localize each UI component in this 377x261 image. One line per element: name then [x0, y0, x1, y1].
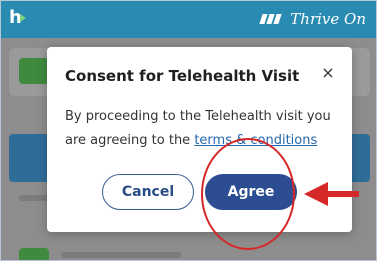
background-green-icon — [19, 248, 49, 260]
terms-and-conditions-link[interactable]: terms & conditions — [194, 133, 317, 148]
brand-bars-icon — [259, 14, 282, 24]
agree-button[interactable]: Agree — [205, 174, 297, 210]
background-green-icon — [19, 58, 49, 84]
cancel-button[interactable]: Cancel — [102, 174, 194, 210]
dialog-title: Consent for Telehealth Visit — [65, 67, 300, 85]
dialog-message: By proceeding to the Telehealth visit yo… — [65, 105, 340, 153]
background-text-line — [61, 252, 181, 258]
app-frame: h Thrive On Consent for Telehealth Visit… — [0, 0, 377, 261]
consent-dialog: Consent for Telehealth Visit × By procee… — [47, 47, 352, 232]
app-header: h Thrive On — [1, 1, 376, 38]
close-icon[interactable]: × — [318, 63, 338, 83]
brand-name: Thrive On — [290, 10, 366, 28]
logo-play-icon — [20, 14, 26, 22]
